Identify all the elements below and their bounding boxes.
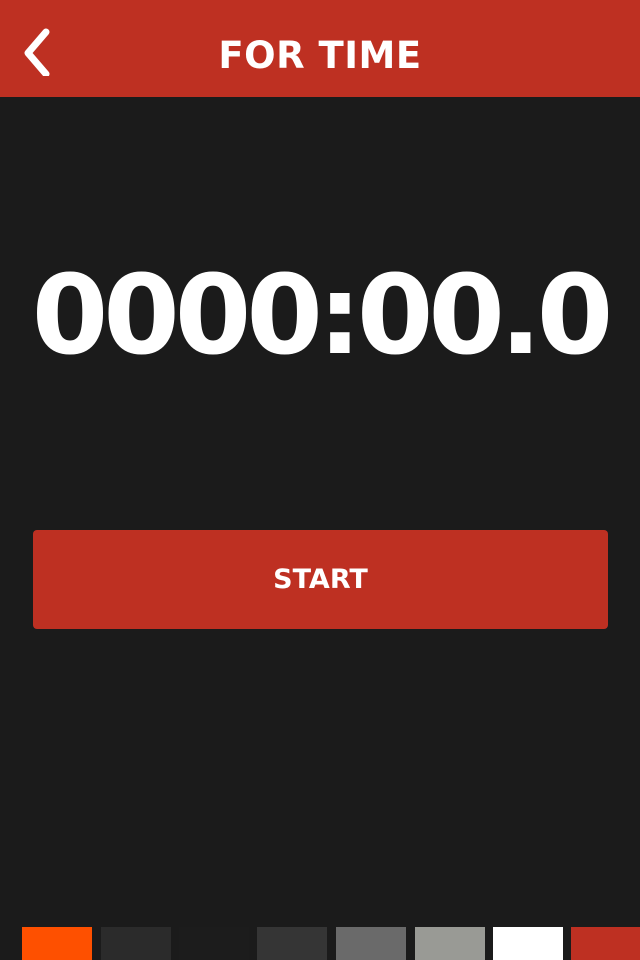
for-time-screen: FOR TIME 0000:00.0 START (0, 0, 640, 960)
header-bar: FOR TIME (0, 0, 640, 97)
color-swatch-bar (0, 927, 640, 960)
color-swatch-light-gray[interactable] (415, 927, 485, 960)
color-swatch-charcoal[interactable] (101, 927, 171, 960)
color-swatch-dark-gray[interactable] (257, 927, 327, 960)
color-swatch-black[interactable] (179, 927, 249, 960)
color-swatch-gray[interactable] (336, 927, 406, 960)
start-button[interactable]: START (33, 530, 608, 629)
page-title: FOR TIME (218, 34, 422, 77)
color-swatch-red[interactable] (571, 927, 640, 960)
timer-display: 0000:00.0 (31, 251, 614, 379)
color-swatch-white[interactable] (493, 927, 563, 960)
color-swatch-orange[interactable] (22, 927, 92, 960)
